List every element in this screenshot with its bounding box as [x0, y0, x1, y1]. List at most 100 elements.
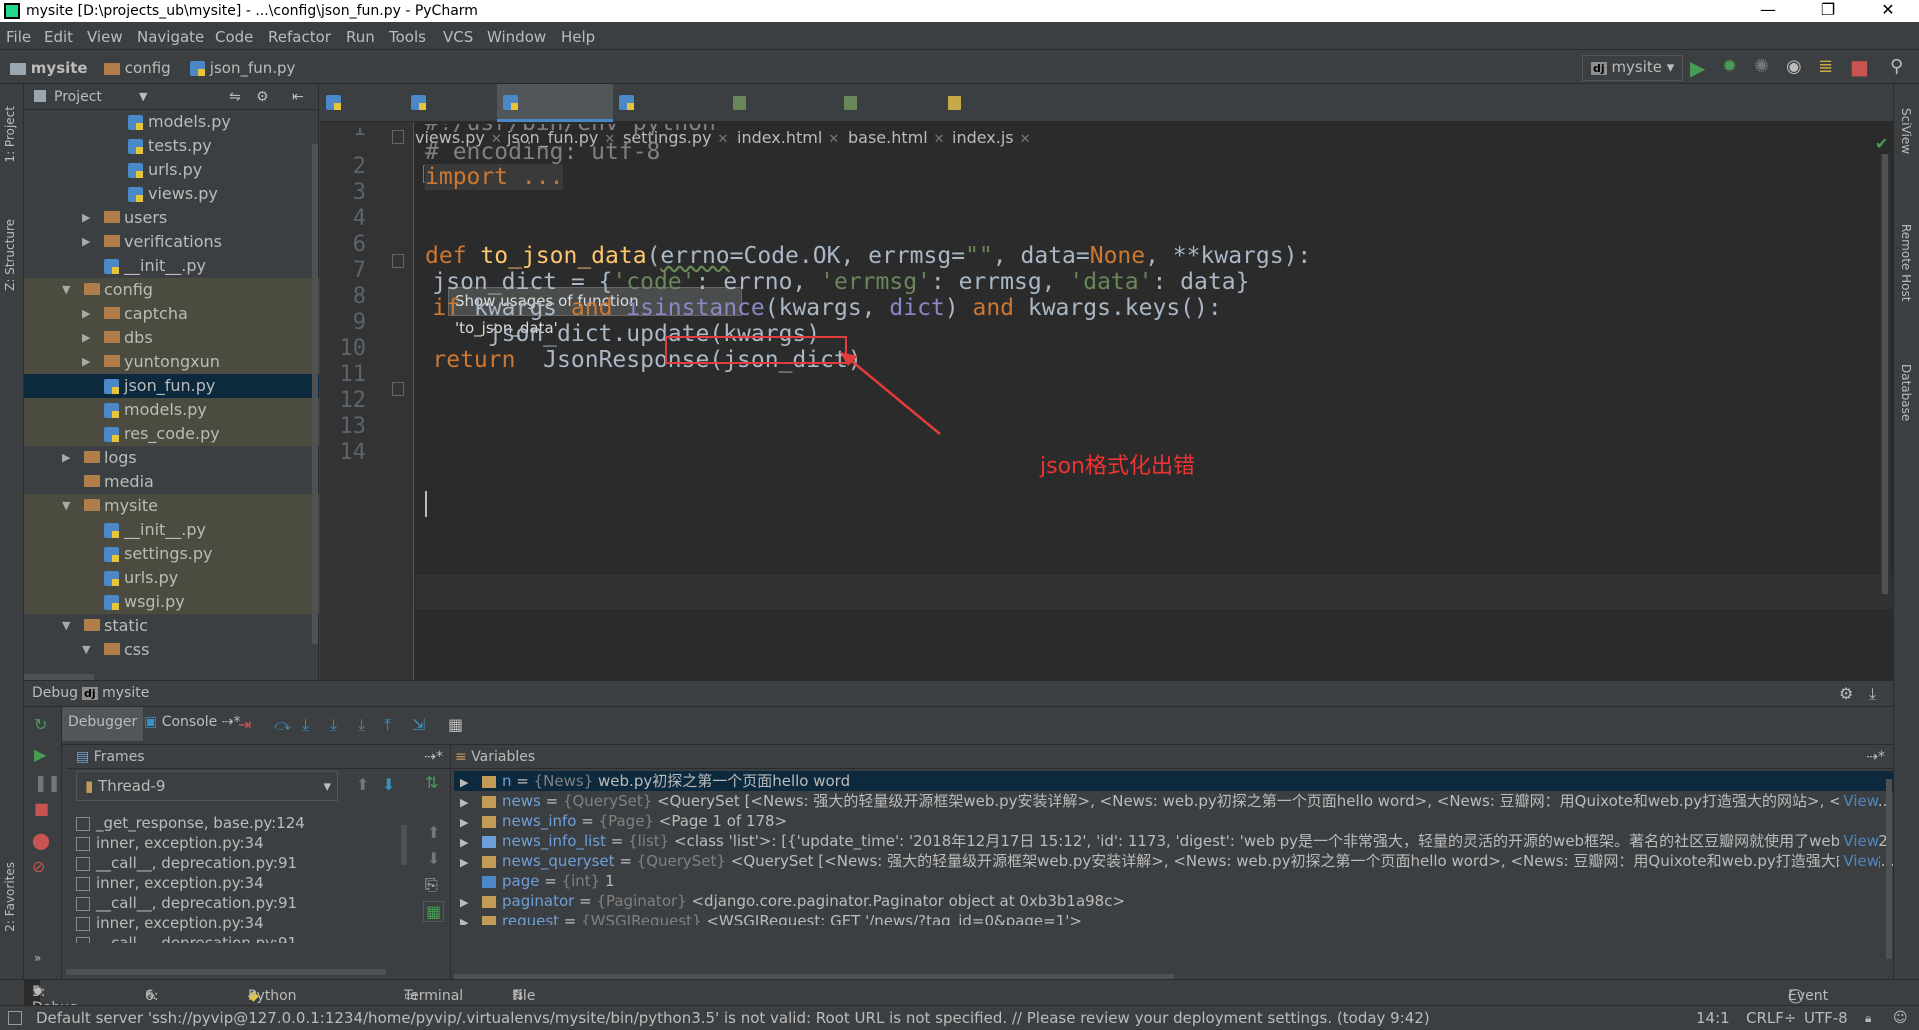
menu-navigate[interactable]: Navigate: [137, 28, 204, 46]
tree-folder[interactable]: ▶ dbs: [24, 326, 319, 350]
tree-file[interactable]: tests.py: [24, 134, 319, 158]
tree-folder[interactable]: ▼ config: [24, 278, 319, 302]
menu-file[interactable]: File: [6, 28, 31, 46]
tree-file[interactable]: wsgi.py: [24, 590, 319, 614]
step-into-my-code-icon[interactable]: ⤓: [330, 715, 337, 735]
tree-file[interactable]: __init__.py: [24, 518, 319, 542]
expand-arrow-icon[interactable]: ▶: [82, 206, 90, 230]
menu-refactor[interactable]: Refactor: [268, 28, 331, 46]
step-into-icon[interactable]: ⤓: [302, 715, 309, 735]
tree-file[interactable]: models.py: [24, 110, 319, 134]
editor-tab[interactable]: views.py ✕: [405, 84, 502, 147]
menu-help[interactable]: Help: [561, 28, 595, 46]
editor-tab[interactable]: index.html ✕: [727, 84, 839, 147]
close-tab-icon[interactable]: ✕: [828, 132, 839, 147]
tool-tab-remote-host[interactable]: Remote Host: [1899, 224, 1913, 301]
tree-folder[interactable]: ▶ captcha: [24, 302, 319, 326]
evaluate-expression-icon[interactable]: ▦: [448, 715, 463, 734]
close-window-button[interactable]: ✕: [1865, 0, 1911, 22]
caret-position[interactable]: 14:1: [1696, 1006, 1730, 1030]
tree-file[interactable]: res_code.py: [24, 422, 319, 446]
collapse-all-icon[interactable]: ⇋: [229, 84, 241, 110]
profile-icon[interactable]: ◉: [1786, 56, 1802, 77]
inspection-ok-icon[interactable]: ✔: [1875, 134, 1888, 153]
tab-debugger[interactable]: Debugger: [62, 707, 144, 741]
stop-debug-icon[interactable]: ■: [34, 799, 49, 818]
tree-file[interactable]: views.py: [24, 182, 319, 206]
pause-icon[interactable]: ❚❚: [34, 773, 61, 792]
editor-tab[interactable]: base.html ✕: [838, 84, 945, 147]
restore-button[interactable]: ❐: [1805, 0, 1851, 22]
tree-folder[interactable]: ▼ static: [24, 614, 319, 638]
mute-breakpoints-icon[interactable]: ⊘: [32, 857, 45, 876]
tree-folder[interactable]: ▶ yuntongxun: [24, 350, 319, 374]
code-line-8[interactable]: def to_json_data(errno=Code.OK, errmsg="…: [425, 243, 1311, 269]
menu-tools[interactable]: Tools: [389, 28, 426, 46]
concurrency-icon[interactable]: ≣: [1818, 56, 1833, 77]
search-icon[interactable]: ⚲: [1890, 56, 1903, 77]
project-scrollbar[interactable]: [312, 144, 318, 644]
fold-marker-icon[interactable]: [392, 130, 404, 144]
expand-arrow-icon[interactable]: ▶: [82, 302, 90, 326]
toggle-tool-windows-icon[interactable]: [8, 1011, 22, 1025]
menu-run[interactable]: Run: [346, 28, 375, 46]
expand-arrow-icon[interactable]: ▶: [460, 833, 474, 851]
expand-arrow-icon[interactable]: ▶: [460, 893, 474, 911]
show-values-icon[interactable]: ▦: [423, 901, 445, 922]
more-icon[interactable]: »: [34, 951, 41, 965]
tool-tab-database[interactable]: Database: [1899, 364, 1913, 421]
project-view-selector[interactable]: Project: [54, 84, 102, 110]
expand-arrow-icon[interactable]: ▶: [62, 446, 70, 470]
expand-arrow-icon[interactable]: ▶: [460, 793, 474, 811]
rerun-icon[interactable]: ↻: [34, 715, 47, 734]
run-config-selector[interactable]: dj mysite ▾: [1582, 55, 1684, 81]
tool-tab-debug[interactable]: ✹ 5: Debug: [24, 980, 78, 1016]
expand-arrow-icon[interactable]: ▶: [82, 350, 90, 374]
editor-tab[interactable]: index.js ✕: [942, 84, 1031, 147]
force-step-into-icon[interactable]: ⤓: [358, 715, 365, 735]
variable-row[interactable]: ▶ request = {WSGIRequest} <WSGIRequest: G…: [454, 911, 1893, 925]
tree-file[interactable]: urls.py: [24, 158, 319, 182]
inspector-icon[interactable]: ☺: [1893, 1006, 1908, 1030]
step-out-icon[interactable]: ⤒: [384, 715, 391, 735]
new-watch-icon[interactable]: ⇅: [425, 773, 438, 792]
watch-down-icon[interactable]: ⬇: [427, 849, 440, 868]
minimize-button[interactable]: —: [1745, 0, 1791, 22]
tree-file[interactable]: models.py: [24, 398, 319, 422]
code-line-9[interactable]: json_dict = {'code': errno, 'errmsg': er…: [377, 269, 1249, 295]
variable-row[interactable]: ▶ news_info_list = {list} <class 'list'>:…: [454, 831, 1893, 851]
stack-frame[interactable]: __call__, deprecation.py:91: [76, 931, 446, 943]
tree-folder[interactable]: ▼ css: [24, 638, 319, 662]
tree-folder[interactable]: ▶ verifications: [24, 230, 319, 254]
lock-icon[interactable]: 🔒︎: [1865, 1006, 1871, 1030]
debug-settings-icon[interactable]: ⚙: [1839, 684, 1853, 703]
settings-gear-icon[interactable]: ⚙: [256, 84, 269, 110]
collapse-arrow-icon[interactable]: ▼: [62, 278, 70, 302]
project-view-dropdown-icon[interactable]: ▼: [139, 84, 147, 110]
hide-debug-icon[interactable]: ⤓: [1869, 684, 1876, 704]
debug-icon[interactable]: ✹: [1722, 56, 1737, 77]
expand-arrow-icon[interactable]: ▶: [460, 913, 474, 925]
run-icon[interactable]: ▶: [1690, 56, 1705, 80]
variable-row[interactable]: ▶ news_queryset = {QuerySet} <QuerySet [<…: [454, 851, 1893, 871]
tree-file[interactable]: settings.py: [24, 542, 319, 566]
tree-folder[interactable]: ▶ users: [24, 206, 319, 230]
stop-icon[interactable]: ■: [1850, 55, 1869, 79]
tree-folder[interactable]: media: [24, 470, 319, 494]
copy-value-icon[interactable]: ⎘: [425, 875, 438, 895]
line-separator[interactable]: CRLF÷: [1746, 1006, 1796, 1030]
resume-icon[interactable]: ▶: [34, 745, 46, 764]
variable-row[interactable]: ▶ paginator = {Paginator} <django.core.pa…: [454, 891, 1893, 911]
frames-h-scrollbar[interactable]: [66, 969, 386, 975]
tree-folder[interactable]: ▼ mysite: [24, 494, 319, 518]
watch-up-icon[interactable]: ⬆: [427, 823, 440, 842]
editor-tab[interactable]: settings.py ✕: [613, 84, 728, 147]
collapse-arrow-icon[interactable]: ▼: [62, 494, 70, 518]
close-tab-icon[interactable]: ✕: [934, 132, 945, 147]
tab-console[interactable]: ▣ Console ⇢*: [144, 714, 240, 730]
expand-arrow-icon[interactable]: ▶: [82, 326, 90, 350]
thread-selector[interactable]: ▮ Thread-9 ▾: [76, 771, 338, 801]
expand-arrow-icon[interactable]: ▶: [460, 773, 474, 791]
variable-row[interactable]: ▶ n = {News} web.py初探之第一个页面hello word: [454, 771, 1893, 791]
expand-arrow-icon[interactable]: ▶: [82, 230, 90, 254]
